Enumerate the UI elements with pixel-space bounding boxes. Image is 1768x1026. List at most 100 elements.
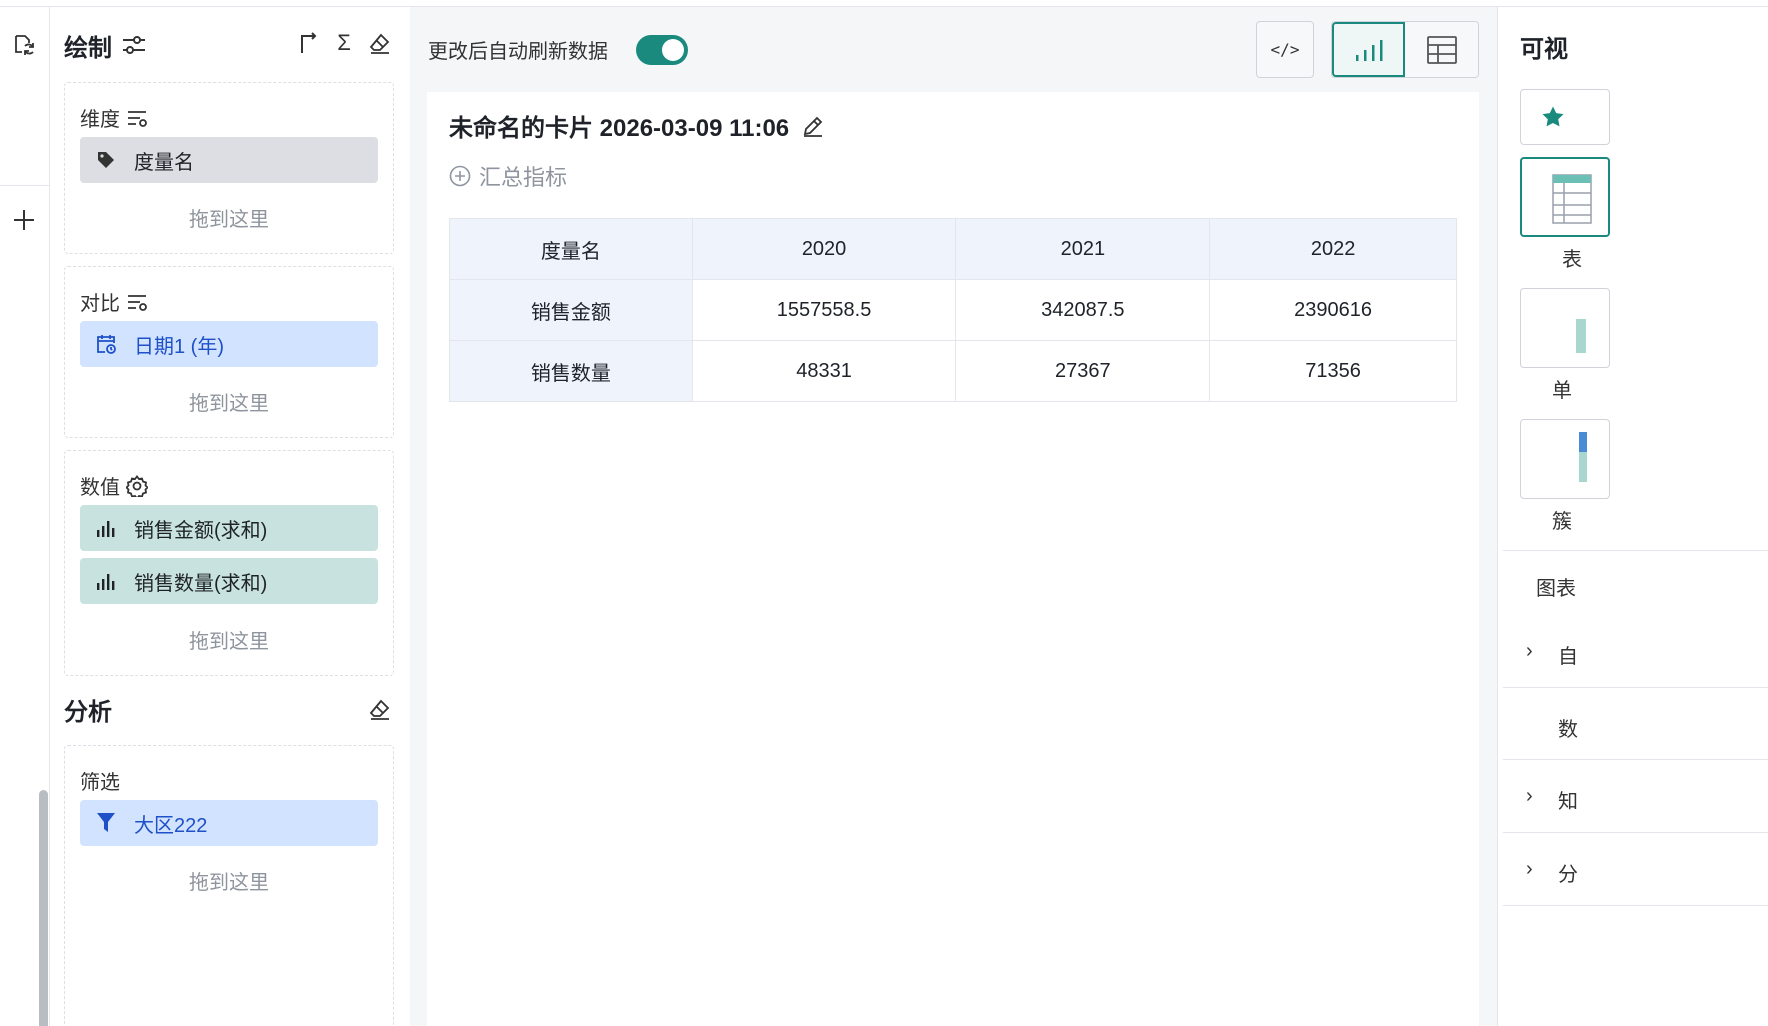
table-row: 销售数量 48331 27367 71356 bbox=[449, 340, 1457, 402]
values-drop-zone[interactable]: 拖到这里 bbox=[80, 625, 378, 654]
filter-well[interactable]: 筛选 大区222 拖到这里 bbox=[64, 745, 394, 1026]
dimension-label: 维度 bbox=[80, 103, 148, 132]
chevron-right-icon[interactable]: › bbox=[1526, 640, 1533, 663]
table-row-header: 销售金额 bbox=[449, 279, 693, 341]
eraser-icon[interactable] bbox=[366, 695, 394, 723]
chevron-right-icon[interactable]: › bbox=[1526, 858, 1533, 881]
add-icon[interactable] bbox=[8, 204, 40, 236]
chart-type-label-single: 单 bbox=[1552, 380, 1572, 402]
table-header-cell[interactable]: 2022 bbox=[1209, 218, 1457, 280]
dimension-field-text: 度量名 bbox=[134, 151, 194, 174]
table-header-row: 度量名 2020 2021 2022 bbox=[449, 218, 1457, 280]
compare-field-text: 日期1 (年) bbox=[134, 335, 224, 358]
right-divider bbox=[1503, 550, 1768, 551]
draw-title: 绘制 bbox=[64, 34, 112, 62]
section-item-label[interactable]: 数 bbox=[1558, 713, 1578, 742]
value-field-text-2: 销售数量(求和) bbox=[134, 572, 268, 595]
section-item-label[interactable]: 知 bbox=[1558, 785, 1578, 814]
favorite-chart-button[interactable] bbox=[1520, 89, 1610, 145]
draw-header: 绘制 Σ bbox=[64, 29, 394, 62]
swap-axis-icon[interactable] bbox=[294, 29, 322, 57]
table-cell: 1557558.5 bbox=[691, 279, 957, 341]
table-chart-icon bbox=[1552, 174, 1592, 224]
table-cell: 71356 bbox=[1209, 340, 1457, 402]
table-cell: 342087.5 bbox=[955, 279, 1211, 341]
value-field-text-1: 销售金额(求和) bbox=[134, 519, 268, 542]
filter-label: 筛选 bbox=[80, 766, 120, 795]
eraser-icon[interactable] bbox=[366, 29, 394, 57]
value-field-pill-2[interactable]: 销售数量(求和) bbox=[80, 558, 378, 604]
chevron-right-icon[interactable]: › bbox=[1526, 785, 1533, 808]
star-icon bbox=[1542, 106, 1564, 127]
bar-chart-icon bbox=[94, 516, 118, 540]
right-divider bbox=[1503, 687, 1768, 688]
value-field-pill-1[interactable]: 销售金额(求和) bbox=[80, 505, 378, 551]
table-cell: 2390616 bbox=[1209, 279, 1457, 341]
add-metric-text: 汇总指标 bbox=[479, 165, 568, 190]
table-row: 销售金额 1557558.5 342087.5 2390616 bbox=[449, 279, 1457, 341]
table-cell: 48331 bbox=[691, 340, 957, 402]
gear-icon[interactable] bbox=[126, 474, 148, 497]
section-item-label[interactable]: 分 bbox=[1558, 858, 1578, 887]
chart-type-table[interactable] bbox=[1520, 157, 1610, 237]
analysis-title: 分析 bbox=[64, 698, 112, 726]
code-view-button[interactable]: </> bbox=[1256, 21, 1314, 78]
section-item-label[interactable]: 自 bbox=[1558, 640, 1578, 669]
table-header-cell[interactable]: 2020 bbox=[691, 218, 957, 280]
filter-field-pill[interactable]: 大区222 bbox=[80, 800, 378, 846]
calendar-clock-icon bbox=[94, 332, 118, 356]
right-divider bbox=[1503, 832, 1768, 833]
chart-type-cluster[interactable] bbox=[1520, 419, 1610, 499]
right-divider bbox=[1503, 759, 1768, 760]
cluster-bar-icon bbox=[1579, 432, 1587, 482]
table-header-cell[interactable]: 度量名 bbox=[449, 218, 693, 280]
dimension-drop-zone[interactable]: 拖到这里 bbox=[80, 203, 378, 232]
table-cell: 27367 bbox=[955, 340, 1211, 402]
add-metric-button[interactable]: 汇总指标 bbox=[449, 160, 567, 192]
bar-chart-icon bbox=[1355, 39, 1383, 61]
sigma-icon[interactable]: Σ bbox=[330, 29, 358, 57]
chart-view-button[interactable] bbox=[1332, 22, 1406, 77]
compare-field-pill[interactable]: 日期1 (年) bbox=[80, 321, 378, 367]
right-divider bbox=[1503, 905, 1768, 906]
sort-list-icon[interactable] bbox=[126, 108, 148, 128]
swap-data-icon[interactable] bbox=[8, 29, 40, 61]
scrollbar-thumb[interactable] bbox=[39, 790, 48, 1026]
dimension-label-text: 维度 bbox=[80, 109, 120, 131]
sort-list-icon[interactable] bbox=[126, 292, 148, 312]
table-view-button[interactable] bbox=[1405, 22, 1478, 77]
auto-refresh-toggle[interactable] bbox=[636, 35, 688, 65]
pivot-table: 度量名 2020 2021 2022 销售金额 1557558.5 342087… bbox=[449, 218, 1457, 402]
edit-pencil-icon[interactable] bbox=[801, 114, 825, 138]
dimension-well[interactable]: 维度 度量名 拖到这里 bbox=[64, 82, 394, 254]
values-label-text: 数值 bbox=[80, 477, 120, 499]
rail-divider bbox=[0, 185, 50, 186]
analysis-header: 分析 bbox=[64, 693, 394, 726]
filter-drop-zone[interactable]: 拖到这里 bbox=[80, 866, 378, 895]
visualization-panel: 可视 表 单 簇 图表 › 自 数 › 知 › 分 bbox=[1497, 7, 1768, 1026]
table-header-cell[interactable]: 2021 bbox=[955, 218, 1211, 280]
compare-label-text: 对比 bbox=[80, 293, 120, 315]
left-rail bbox=[0, 7, 50, 1026]
chart-type-label-table: 表 bbox=[1562, 249, 1582, 271]
table-icon bbox=[1426, 35, 1457, 64]
chart-type-single[interactable] bbox=[1520, 288, 1610, 368]
filter-label-text: 筛选 bbox=[80, 772, 120, 794]
values-well[interactable]: 数值 销售金额(求和) 销售数量(求和) 拖到这里 bbox=[64, 450, 394, 676]
center-area: 更改后自动刷新数据 </> 未命名的卡片 2026-03-09 11:06 汇总… bbox=[410, 7, 1497, 1026]
settings-sliders-icon[interactable] bbox=[120, 31, 148, 59]
auto-refresh-label: 更改后自动刷新数据 bbox=[428, 41, 608, 63]
filter-field-text: 大区222 bbox=[134, 814, 208, 837]
dimension-field-pill[interactable]: 度量名 bbox=[80, 137, 378, 183]
code-icon: </> bbox=[1270, 40, 1300, 59]
compare-drop-zone[interactable]: 拖到这里 bbox=[80, 387, 378, 416]
compare-well[interactable]: 对比 日期1 (年) 拖到这里 bbox=[64, 266, 394, 438]
chart-section-label: 图表 bbox=[1536, 578, 1576, 600]
config-panel: 绘制 Σ 维度 度量名 拖到这里 对比 日期1 (年) 拖到这里 数值 销售金额… bbox=[51, 7, 410, 1026]
plus-circle-icon bbox=[449, 165, 471, 187]
bar-chart-icon bbox=[94, 569, 118, 593]
card-title-text: 未命名的卡片 2026-03-09 11:06 bbox=[449, 115, 790, 142]
values-label: 数值 bbox=[80, 471, 148, 500]
single-value-icon bbox=[1576, 319, 1586, 353]
top-border bbox=[0, 0, 1768, 7]
